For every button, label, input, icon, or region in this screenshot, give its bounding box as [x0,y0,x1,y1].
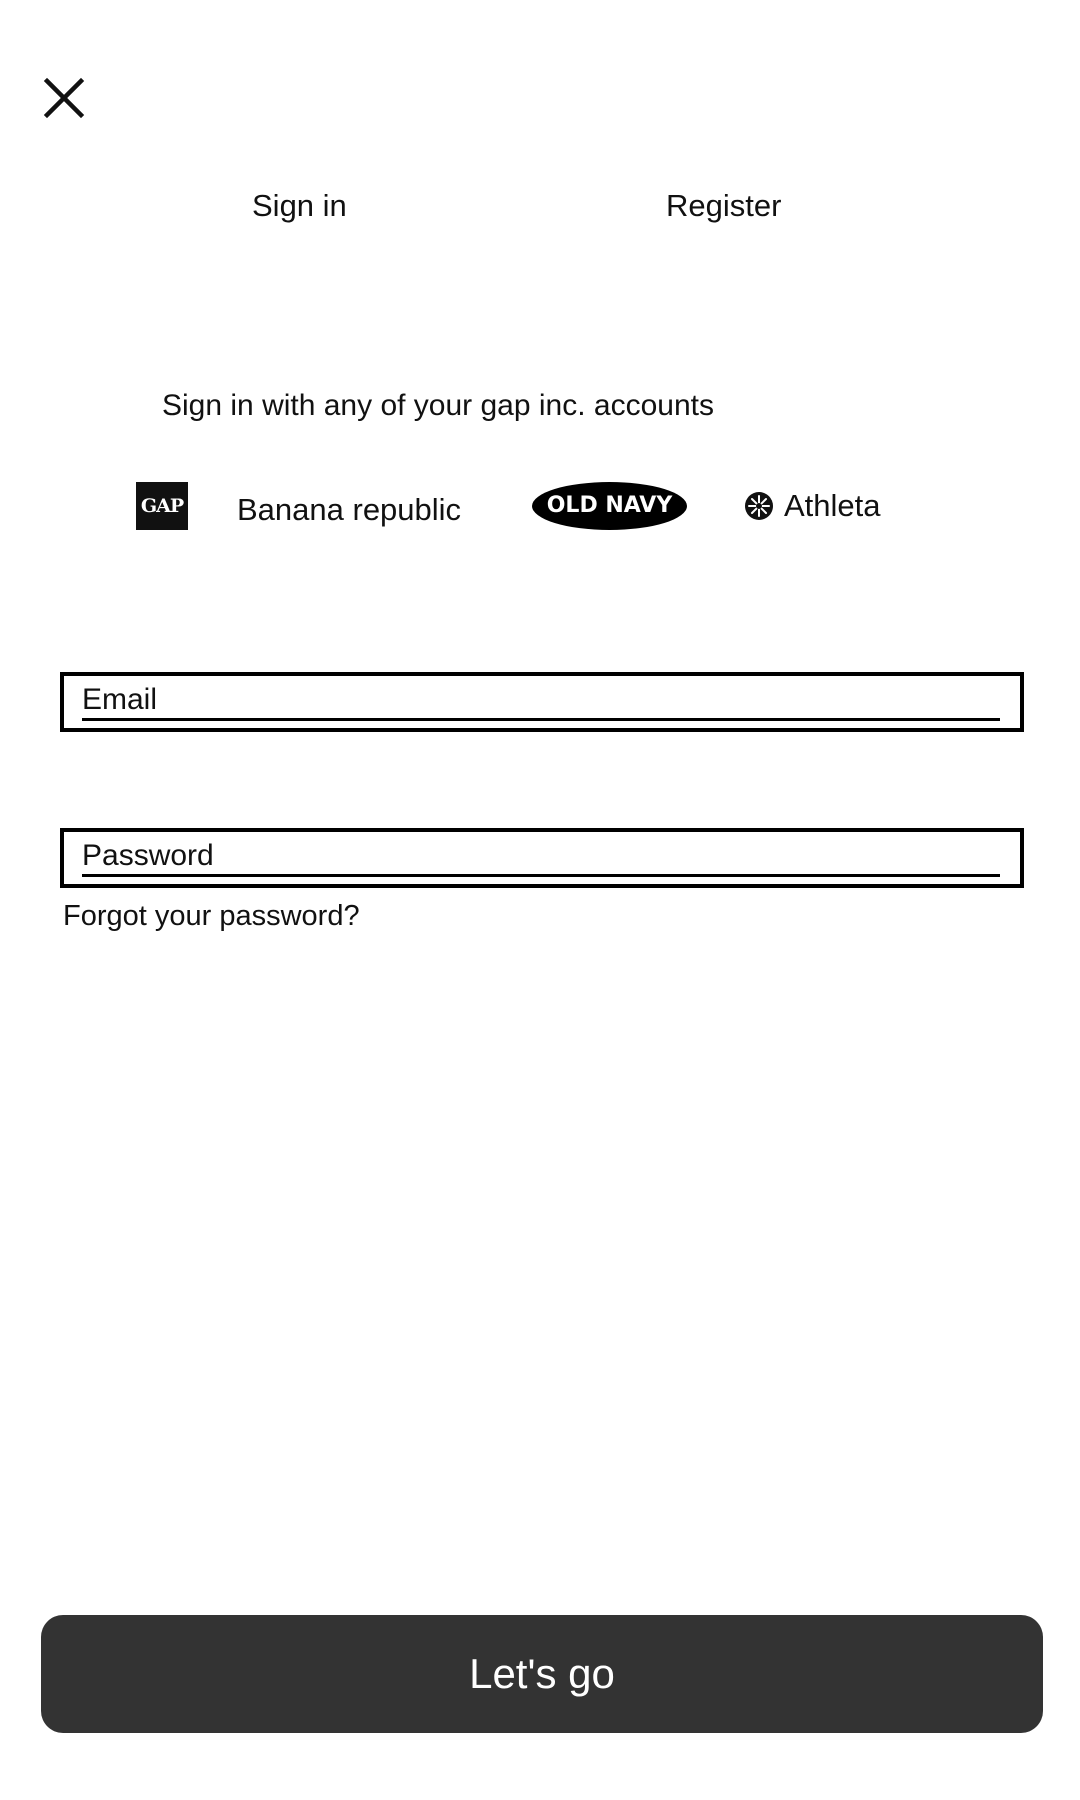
athleta-logo-icon [745,492,773,520]
banana-republic-logo: Banana republic [237,492,462,527]
password-input[interactable] [82,838,1000,877]
accounts-subtitle: Sign in with any of your gap inc. accoun… [162,389,714,422]
tab-sign-in[interactable]: Sign in [252,186,347,226]
tab-register[interactable]: Register [666,186,781,226]
email-field-box [60,672,1024,732]
password-field-box [60,828,1024,888]
athleta-logo: Athleta [744,486,881,526]
athleta-label: Athleta [784,488,881,523]
close-icon[interactable] [38,72,90,124]
email-input[interactable] [82,682,1000,721]
close-button[interactable] [38,72,90,124]
forgot-password-link[interactable]: Forgot your password? [63,897,360,935]
lets-go-button[interactable]: Let's go [41,1615,1043,1733]
gap-logo: GAP [136,482,188,530]
old-navy-logo: OLD NAVY [532,482,687,530]
